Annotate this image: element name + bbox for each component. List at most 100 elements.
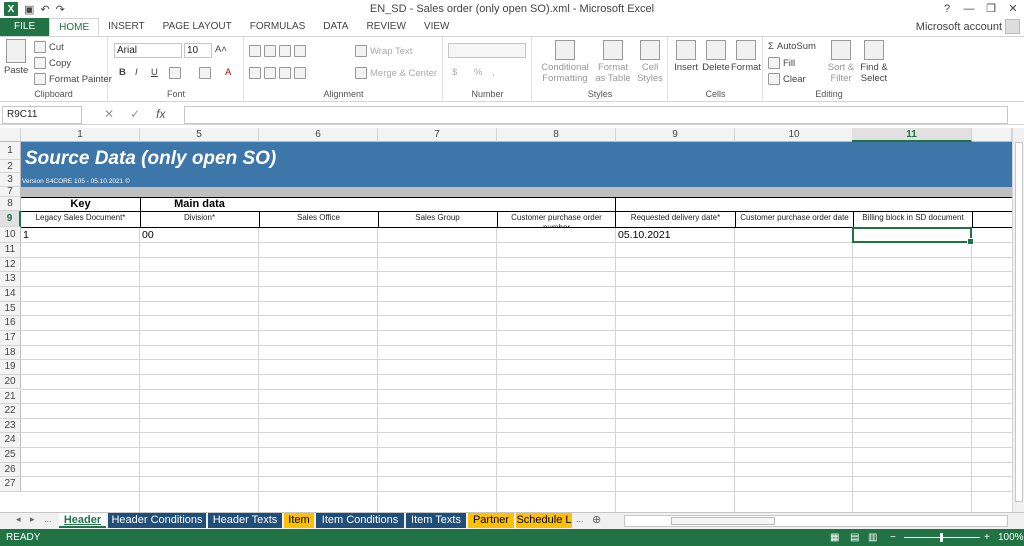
sheet-tab-schedule[interactable]: Schedule L (516, 513, 572, 528)
font-color-button[interactable]: A (225, 67, 231, 78)
close-button[interactable]: ✕ (1002, 0, 1024, 18)
zoom-out-icon[interactable]: − (890, 529, 896, 546)
enter-icon[interactable]: ✓ (130, 107, 140, 121)
undo-icon[interactable]: ↶ (40, 3, 49, 16)
zoom-in-icon[interactable]: + (984, 529, 990, 546)
row-header[interactable]: 27 (0, 477, 21, 493)
add-sheet-icon[interactable]: ⊕ (592, 513, 601, 526)
row-header[interactable]: 16 (0, 316, 21, 331)
column-header[interactable]: 6 (259, 128, 378, 142)
format-cells-button[interactable]: Format (731, 40, 761, 73)
sheet-tab-item-conditions[interactable]: Item Conditions (316, 513, 404, 528)
zoom-level[interactable]: 100% (998, 529, 1024, 546)
row-header[interactable]: 20 (0, 374, 21, 390)
fill-button[interactable]: Fill (768, 57, 795, 69)
find-select-button[interactable]: Find & Select (858, 40, 890, 84)
row-header[interactable]: 12 (0, 257, 21, 273)
row-header[interactable]: 13 (0, 272, 21, 287)
grow-font-button[interactable]: A˄ (215, 44, 227, 55)
tab-file[interactable]: FILE (0, 18, 50, 36)
bold-button[interactable]: B (119, 67, 126, 78)
horizontal-scrollbar[interactable] (624, 515, 1008, 527)
cell-value[interactable]: 1 (23, 228, 29, 242)
clear-button[interactable]: Clear (768, 73, 806, 85)
restore-button[interactable]: ❐ (980, 0, 1002, 18)
tab-formulas[interactable]: FORMULAS (241, 18, 315, 36)
copy-button[interactable]: Copy (34, 57, 71, 69)
row-header[interactable]: 10 (0, 227, 21, 243)
autosum-button[interactable]: Σ AutoSum (768, 41, 816, 52)
formula-input[interactable] (184, 106, 1008, 124)
row-header[interactable]: 11 (0, 243, 21, 258)
row-header[interactable]: 19 (0, 360, 21, 375)
select-all-corner[interactable] (0, 128, 21, 142)
sort-filter-button[interactable]: Sort & Filter (826, 40, 856, 84)
row-header[interactable]: 25 (0, 448, 21, 463)
sheet-tab-item-texts[interactable]: Item Texts (406, 513, 466, 528)
row-header[interactable]: 17 (0, 330, 21, 346)
next-sheet-icon[interactable]: ▸ (30, 514, 35, 525)
currency-button[interactable]: $ (452, 67, 457, 78)
normal-view-icon[interactable]: ▦ (830, 529, 839, 546)
sheet-tab-header[interactable]: Header (59, 513, 106, 528)
wrap-text-button[interactable]: Wrap Text (355, 45, 412, 57)
column-header-selected[interactable]: 11 (852, 128, 972, 142)
minimize-button[interactable]: — (958, 0, 980, 18)
save-icon[interactable]: ▣ (24, 3, 34, 16)
worksheet-grid[interactable]: 1 5 6 7 8 9 10 11 1 2 3 7 8 9 10 11 12 13 14 15 16 17… (0, 128, 1012, 512)
align-left-icon[interactable] (249, 67, 306, 79)
paste-button[interactable]: Paste (4, 39, 28, 76)
help-button[interactable]: ? (936, 0, 958, 18)
row-header[interactable]: 18 (0, 345, 21, 361)
name-box[interactable]: R9C11 (2, 106, 82, 124)
number-format-select[interactable] (448, 43, 526, 58)
row-header[interactable]: 1 (0, 142, 21, 160)
format-painter-button[interactable]: Format Painter (34, 73, 112, 85)
font-name-select[interactable]: Arial (114, 43, 182, 58)
hscroll-thumb[interactable] (671, 517, 775, 525)
row-header[interactable]: 21 (0, 389, 21, 405)
cell-value[interactable]: 05.10.2021 (618, 228, 671, 242)
more-sheets-left[interactable]: ... (44, 514, 52, 524)
column-header[interactable]: 1 (21, 128, 140, 142)
percent-button[interactable]: % (474, 67, 482, 78)
column-header[interactable]: 9 (616, 128, 735, 142)
row-header[interactable]: 23 (0, 418, 21, 434)
page-layout-view-icon[interactable]: ▤ (850, 529, 859, 546)
tab-data[interactable]: DATA (314, 18, 357, 36)
align-top-icon[interactable] (249, 45, 306, 57)
row-header[interactable]: 9 (0, 211, 21, 227)
cancel-icon[interactable]: ✕ (104, 107, 114, 121)
column-header[interactable]: 5 (140, 128, 259, 142)
tab-review[interactable]: REVIEW (357, 18, 414, 36)
tab-page-layout[interactable]: PAGE LAYOUT (154, 18, 241, 36)
redo-icon[interactable]: ↷ (56, 3, 65, 16)
row-header[interactable]: 26 (0, 462, 21, 478)
avatar[interactable] (1005, 19, 1020, 34)
cut-button[interactable]: Cut (34, 41, 64, 53)
scroll-thumb[interactable] (1015, 142, 1023, 502)
tab-view[interactable]: VIEW (415, 18, 459, 36)
delete-cells-button[interactable]: Delete (701, 40, 731, 73)
column-header[interactable]: 10 (735, 128, 854, 142)
tab-insert[interactable]: INSERT (99, 18, 154, 36)
row-header[interactable]: 14 (0, 286, 21, 302)
row-header[interactable]: 15 (0, 301, 21, 317)
conditional-formatting-button[interactable]: Conditional Formatting (537, 40, 593, 84)
font-size-select[interactable]: 10 (184, 43, 212, 58)
row-header[interactable]: 8 (0, 197, 21, 211)
active-cell[interactable] (852, 227, 974, 245)
cell-styles-button[interactable]: Cell Styles (635, 40, 665, 84)
tab-home[interactable]: HOME (49, 18, 100, 36)
page-break-view-icon[interactable]: ▥ (868, 529, 877, 546)
prev-sheet-icon[interactable]: ◂ (16, 514, 21, 525)
row-header[interactable]: 2 (0, 160, 21, 173)
row-header[interactable]: 7 (0, 187, 21, 197)
account-link[interactable]: Microsoft account (916, 18, 1002, 36)
cell-value[interactable]: 00 (142, 228, 154, 242)
border-button[interactable] (169, 67, 181, 79)
sheet-tab-header-texts[interactable]: Header Texts (208, 513, 282, 528)
row-header[interactable]: 22 (0, 404, 21, 419)
underline-button[interactable]: U (151, 67, 158, 78)
merge-center-button[interactable]: Merge & Center (355, 67, 437, 79)
